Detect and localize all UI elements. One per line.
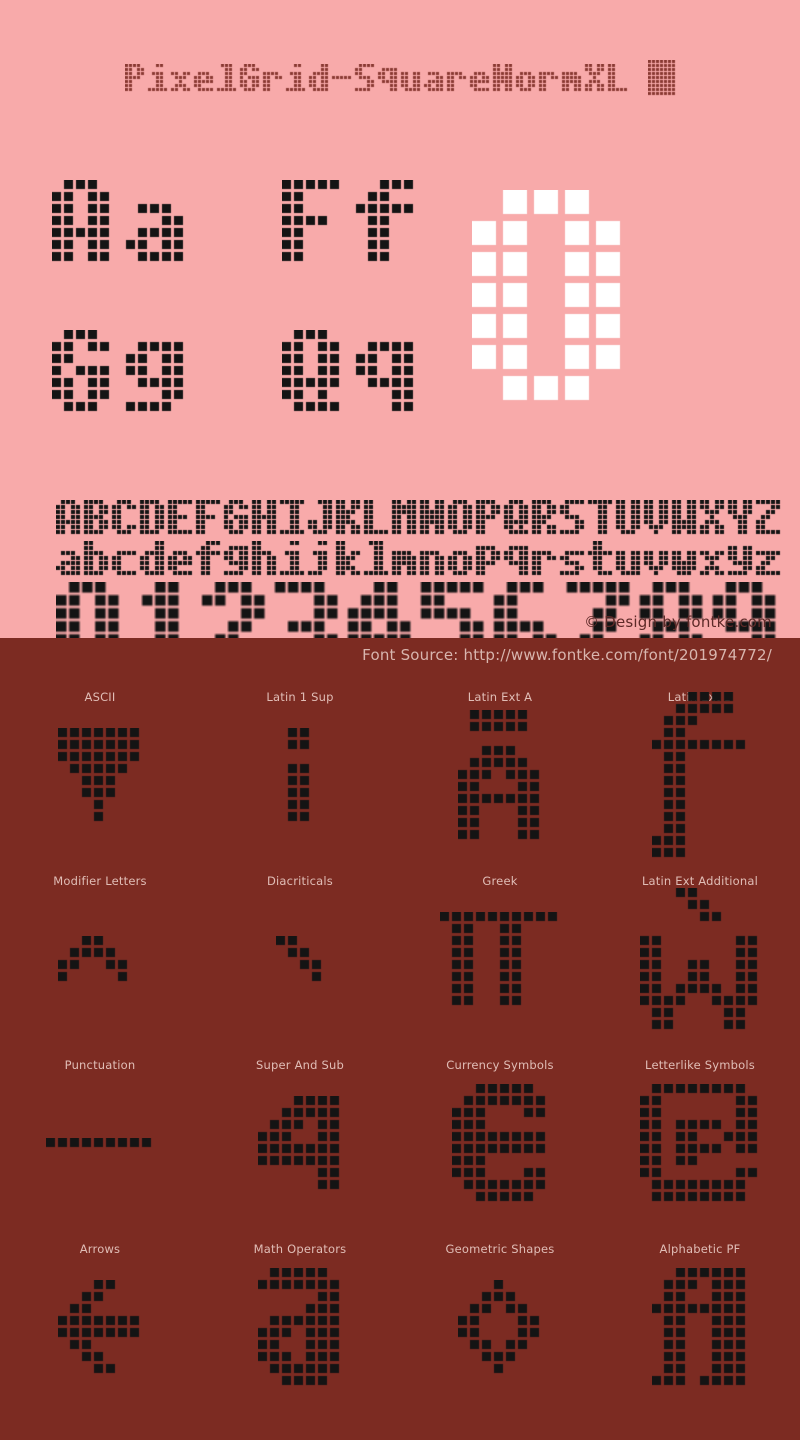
glyph-canvas (458, 1280, 542, 1376)
unicode-block-glyph (200, 696, 400, 856)
unicode-block-grid: ASCIILatin 1 SupLatin Ext ALatin Ext B Mo… (0, 678, 800, 1414)
unicode-block-glyph (0, 1248, 200, 1408)
glyph-canvas (258, 1096, 342, 1192)
unicode-block-cell: Geometric Shapes (400, 1230, 600, 1414)
unicode-block-cell: Math Operators (200, 1230, 400, 1414)
glyph-canvas (58, 936, 142, 984)
unicode-block-glyph (200, 1248, 400, 1408)
letter-pair-sample (282, 180, 418, 263)
font-title-row (0, 50, 800, 106)
glyph-canvas (58, 1280, 142, 1376)
letter-pair-sample (282, 330, 418, 413)
glyph-pair-canvas (52, 330, 188, 413)
letter-pair-sample (52, 330, 188, 413)
glyph-pair-canvas (282, 180, 418, 263)
unicode-block-glyph (400, 696, 600, 856)
unicode-block-glyph (0, 880, 200, 1040)
unicode-block-glyph (600, 1064, 800, 1224)
page-title (124, 63, 630, 93)
unicode-block-cell: Latin 1 Sup (200, 678, 400, 862)
unicode-block-glyph (600, 880, 800, 1040)
glyph-pair-canvas (282, 330, 418, 413)
unicode-block-cell: Letterlike Symbols (600, 1046, 800, 1230)
glyph-canvas (458, 710, 542, 842)
unicode-block-cell: Arrows (0, 1230, 200, 1414)
tofu-box-icon (647, 60, 676, 96)
unicode-block-glyph (400, 880, 600, 1040)
unicode-block-glyph (400, 1064, 600, 1224)
unicode-block-glyph (0, 1064, 200, 1224)
letter-pair-samples (52, 180, 472, 435)
unicode-block-cell: ASCII (0, 678, 200, 862)
glyph-canvas (452, 1084, 548, 1204)
copyright-notice: © Design by fontke.com (584, 613, 772, 631)
unicode-block-glyph (600, 692, 800, 860)
unicode-blocks-panel: Font Source: http://www.fontke.com/font/… (0, 638, 800, 1440)
unicode-block-cell: Latin Ext A (400, 678, 600, 862)
unicode-block-cell: Diacriticals (200, 862, 400, 1046)
unicode-block-glyph (200, 1064, 400, 1224)
glyph-canvas (276, 936, 324, 984)
glyph-canvas (440, 912, 560, 1008)
unicode-block-glyph (400, 1248, 600, 1408)
glyph-canvas (46, 1138, 154, 1150)
font-specimen-page: © Design by fontke.com Font Source: http… (0, 0, 800, 1440)
unicode-block-cell: Modifier Letters (0, 862, 200, 1046)
glyph-pair-canvas (52, 180, 188, 263)
glyph-canvas (652, 1268, 748, 1388)
lowercase-row (56, 541, 783, 577)
glyph-canvas (652, 692, 748, 860)
glyph-canvas (640, 1084, 760, 1204)
glyph-canvas (276, 728, 324, 824)
font-source-link[interactable]: Font Source: http://www.fontke.com/font/… (362, 646, 772, 664)
glyph-canvas (258, 1268, 342, 1388)
unicode-block-cell: Latin Ext Additional (600, 862, 800, 1046)
glyph-canvas (58, 728, 142, 824)
unicode-block-glyph (600, 1248, 800, 1408)
letter-pair-sample (52, 180, 188, 263)
large-letter-o-glyph (472, 190, 651, 407)
unicode-block-cell: Super And Sub (200, 1046, 400, 1230)
unicode-block-glyph (0, 696, 200, 856)
unicode-block-cell: Alphabetic PF (600, 1230, 800, 1414)
unicode-block-cell: Punctuation (0, 1046, 200, 1230)
unicode-block-glyph (200, 880, 400, 1040)
specimen-preview-panel: © Design by fontke.com (0, 0, 800, 676)
unicode-block-cell: Latin Ext B (600, 678, 800, 862)
uppercase-row (56, 500, 783, 536)
glyph-canvas (640, 888, 760, 1032)
unicode-block-cell: Greek (400, 862, 600, 1046)
unicode-block-cell: Currency Symbols (400, 1046, 600, 1230)
